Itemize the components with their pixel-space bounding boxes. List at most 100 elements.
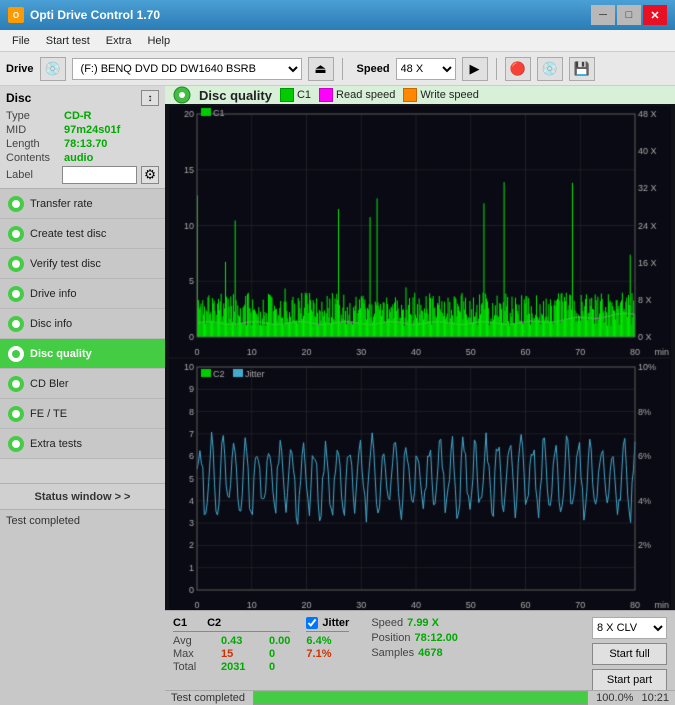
- legend-write-dot: [403, 88, 417, 102]
- minimize-button[interactable]: ─: [591, 5, 615, 25]
- drive-label: Drive: [6, 63, 34, 75]
- content-area: Disc quality C1 Read speed Write speed: [165, 86, 675, 531]
- disc-contents-label: Contents: [6, 152, 64, 164]
- jitter-header: Jitter: [322, 617, 349, 629]
- nav-icon-disc-info: [8, 316, 24, 332]
- disc-length-label: Length: [6, 138, 64, 150]
- label-settings-button[interactable]: ⚙: [141, 166, 159, 184]
- speed-val: 7.99 X: [407, 617, 439, 629]
- nav-transfer-rate[interactable]: Transfer rate: [0, 189, 165, 219]
- maximize-button[interactable]: □: [617, 5, 641, 25]
- avg-c2: 0.00: [269, 635, 290, 647]
- save-button[interactable]: 💾: [569, 57, 595, 81]
- title-bar: O Opti Drive Control 1.70 ─ □ ✕: [0, 0, 675, 30]
- menu-help[interactable]: Help: [139, 33, 178, 49]
- status-window-label: Status window > >: [35, 491, 131, 503]
- nav-label-create: Create test disc: [30, 228, 106, 240]
- disc-length-value: 78:13.70: [64, 138, 107, 150]
- speed-label: Speed: [357, 63, 390, 75]
- disc-quality-icon: [173, 86, 191, 104]
- disc-type-value: CD-R: [64, 110, 92, 122]
- test-complete-label: Test completed: [171, 692, 245, 704]
- menu-start-test[interactable]: Start test: [38, 33, 98, 49]
- avg-c1: 0.43: [221, 635, 249, 647]
- nav-label-disc-quality: Disc quality: [30, 348, 92, 360]
- nav-disc-info[interactable]: Disc info: [0, 309, 165, 339]
- disc-panel-title: Disc: [6, 91, 31, 105]
- drive-icon-button[interactable]: 💿: [40, 57, 66, 81]
- nav-icon-create: [8, 226, 24, 242]
- nav-icon-fe-te: [8, 406, 24, 422]
- drive-select[interactable]: (F:) BENQ DVD DD DW1640 BSRB: [72, 58, 302, 80]
- sidebar: Disc ↕ Type CD-R MID 97m24s01f Length 78…: [0, 86, 165, 531]
- c1-chart-canvas: [169, 106, 671, 357]
- test-progress-pct: 100.0%: [596, 692, 633, 704]
- nav-label-cd-bler: CD Bler: [30, 378, 69, 390]
- chart-header: Disc quality C1 Read speed Write speed: [165, 86, 675, 104]
- disc-mid-label: MID: [6, 124, 64, 136]
- eject-button[interactable]: ⏏: [308, 57, 334, 81]
- nav-label-transfer: Transfer rate: [30, 198, 93, 210]
- total-c1: 2031: [221, 661, 249, 673]
- stats-bar: C1 C2 Avg 0.43 0.00 Max 15 0 Total: [165, 610, 675, 690]
- nav-fe-te[interactable]: FE / TE: [0, 399, 165, 429]
- app-window: O Opti Drive Control 1.70 ─ □ ✕ File Sta…: [0, 0, 675, 531]
- main-layout: Disc ↕ Type CD-R MID 97m24s01f Length 78…: [0, 86, 675, 531]
- jitter-checkbox[interactable]: [306, 617, 318, 629]
- nav-icon-extra-tests: [8, 436, 24, 452]
- test-bar: Test completed: [0, 509, 165, 531]
- jitter-chart-canvas: [169, 359, 671, 610]
- start-full-button[interactable]: Start full: [592, 643, 667, 665]
- disc-type-label: Type: [6, 110, 64, 122]
- position-key: Position: [371, 632, 410, 644]
- nav-label-verify: Verify test disc: [30, 258, 101, 270]
- nav-cd-bler[interactable]: CD Bler: [0, 369, 165, 399]
- drive-bar: Drive 💿 (F:) BENQ DVD DD DW1640 BSRB ⏏ S…: [0, 52, 675, 86]
- disc-contents-value: audio: [64, 152, 93, 164]
- nav-create-test-disc[interactable]: Create test disc: [0, 219, 165, 249]
- chart-title: Disc quality: [199, 88, 272, 103]
- c2-header: C2: [207, 617, 221, 629]
- close-button[interactable]: ✕: [643, 5, 667, 25]
- legend-c1-label: C1: [297, 89, 311, 101]
- nav-label-fe-te: FE / TE: [30, 408, 67, 420]
- erase-button[interactable]: 🔴: [505, 57, 531, 81]
- start-part-button[interactable]: Start part: [592, 669, 667, 691]
- clv-select[interactable]: 8 X CLV: [592, 617, 667, 639]
- menu-file[interactable]: File: [4, 33, 38, 49]
- nav-disc-quality[interactable]: Disc quality: [0, 339, 165, 369]
- app-icon: O: [8, 7, 24, 23]
- jitter-stats: Jitter 6.4% 7.1%: [306, 617, 349, 660]
- sidebar-nav: Transfer rate Create test disc Verify te…: [0, 189, 165, 483]
- nav-drive-info[interactable]: Drive info: [0, 279, 165, 309]
- disc-arrow-button[interactable]: ↕: [141, 90, 159, 106]
- nav-label-extra-tests: Extra tests: [30, 438, 82, 450]
- speed-arrow-button[interactable]: ▶: [462, 57, 488, 81]
- avg-label: Avg: [173, 635, 201, 647]
- nav-icon-transfer: [8, 196, 24, 212]
- nav-icon-verify: [8, 256, 24, 272]
- total-c2: 0: [269, 661, 275, 673]
- disc-button[interactable]: 💿: [537, 57, 563, 81]
- nav-label-drive-info: Drive info: [30, 288, 76, 300]
- test-time: 10:21: [641, 692, 669, 704]
- test-complete-text: Test completed: [6, 515, 80, 527]
- legend-c1-dot: [280, 88, 294, 102]
- legend-read-speed: Read speed: [319, 88, 395, 102]
- legend-write-speed: Write speed: [403, 88, 479, 102]
- nav-verify-test-disc[interactable]: Verify test disc: [0, 249, 165, 279]
- disc-label-input[interactable]: [62, 166, 137, 184]
- jitter-max: 7.1%: [306, 648, 349, 660]
- disc-info-panel: Disc ↕ Type CD-R MID 97m24s01f Length 78…: [0, 86, 165, 189]
- c1-c2-stats: C1 C2 Avg 0.43 0.00 Max 15 0 Total: [173, 617, 290, 673]
- menu-extra[interactable]: Extra: [98, 33, 140, 49]
- nav-icon-cd-bler: [8, 376, 24, 392]
- speed-select[interactable]: 48 X: [396, 58, 456, 80]
- nav-extra-tests[interactable]: Extra tests: [0, 429, 165, 459]
- status-window-button[interactable]: Status window > >: [0, 483, 165, 509]
- legend-write-label: Write speed: [420, 89, 479, 101]
- legend-read-dot: [319, 88, 333, 102]
- disc-label-text: Label: [6, 169, 58, 181]
- test-complete-row: Test completed 100.0% 10:21: [165, 690, 675, 705]
- samples-val: 4678: [418, 647, 442, 659]
